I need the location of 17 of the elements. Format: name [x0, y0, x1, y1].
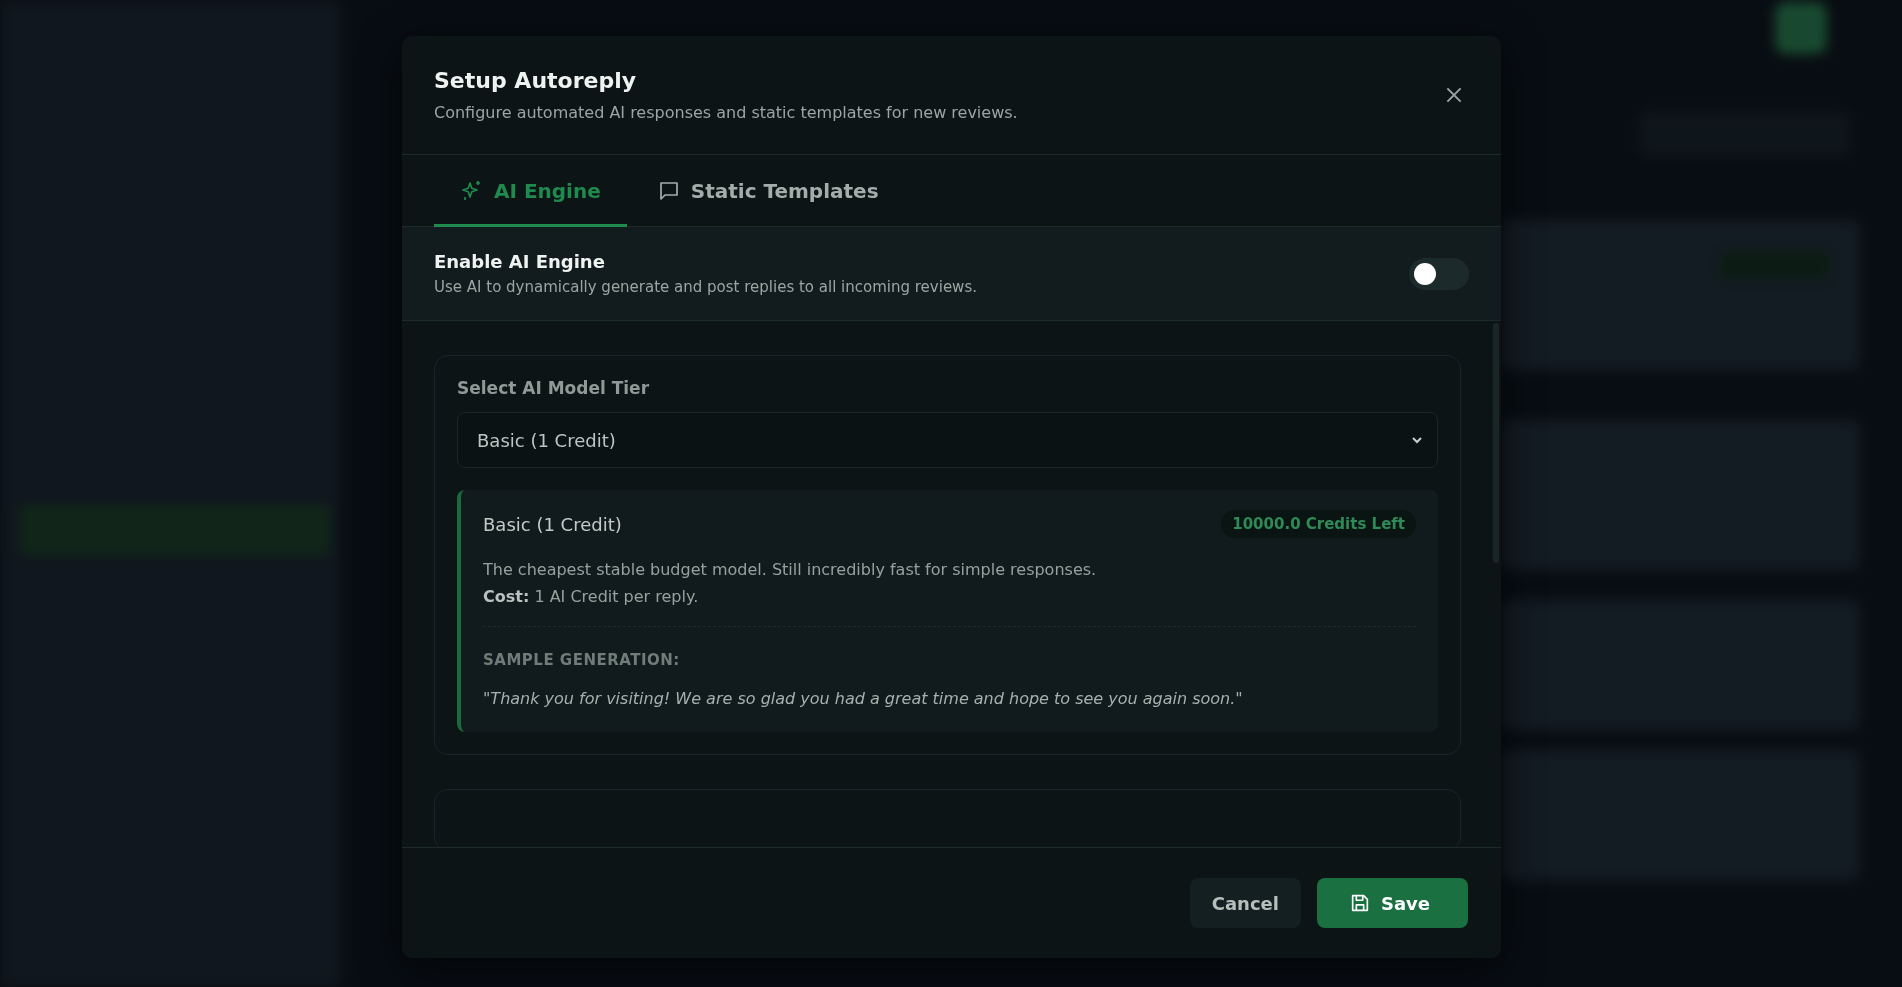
model-description: The cheapest stable budget model. Still incredibly fast for simple responses. [483, 560, 1098, 579]
model-cost: Cost: 1 AI Credit per reply. [483, 587, 700, 606]
credits-badge: 10000.0 Credits Left [1221, 510, 1416, 538]
tab[interactable]: Static Templates [630, 155, 905, 227]
toggle-switch[interactable] [1409, 257, 1469, 290]
model-select[interactable]: Basic (1 Credit) [457, 412, 1438, 468]
sample-text: "Thank you for visiting! We are so glad you had a great time and hope to see you again soon." [483, 689, 1244, 708]
sample-label: SAMPLE GENERATION: [483, 651, 681, 669]
dialog-title: Setup Autoreply [434, 68, 638, 93]
model-name: Basic (1 Credit) [483, 513, 622, 535]
field-label: Select AI Model Tier [457, 378, 651, 398]
dialog-subtitle: Configure automated AI responses and static templates for new reviews. [434, 103, 1018, 122]
save-button[interactable]: Save [1316, 878, 1468, 928]
setting-label: Enable AI Engine [434, 251, 606, 272]
cancel-button[interactable]: Cancel [1189, 878, 1301, 928]
setting-description: Use AI to dynamically generate and post replies to all incoming reviews. [434, 278, 977, 296]
blurred-avatar [1775, 2, 1827, 54]
